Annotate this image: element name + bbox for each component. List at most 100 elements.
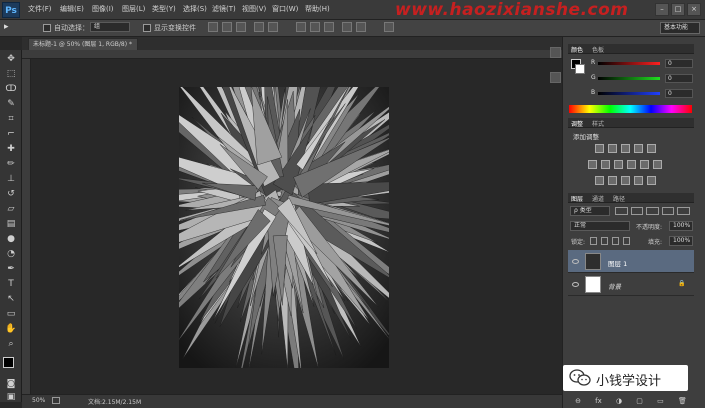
layer-row-background[interactable]: 背景 🔒	[568, 273, 694, 296]
menu-select[interactable]: 选择(S)	[183, 4, 207, 14]
dodge-tool-icon[interactable]: ◔	[5, 248, 17, 260]
zoom-tool-icon[interactable]: ⌕	[5, 338, 17, 350]
blend-mode-dropdown[interactable]: 正常	[570, 221, 630, 231]
align-top-icon[interactable]	[208, 22, 218, 32]
channel-g-slider[interactable]	[598, 77, 660, 80]
link-layers-icon[interactable]: ⊖	[575, 397, 581, 405]
move-tool-icon[interactable]: ✥	[5, 53, 17, 65]
pen-tool-icon[interactable]: ✒	[5, 263, 17, 275]
add-mask-icon[interactable]: ▢	[636, 397, 643, 405]
new-group-icon[interactable]: ▭	[657, 397, 664, 405]
menu-filter[interactable]: 滤镜(T)	[212, 4, 236, 14]
rectangle-tool-icon[interactable]: ▭	[5, 308, 17, 320]
menu-window[interactable]: 窗口(W)	[272, 4, 298, 14]
align-left-icon[interactable]	[254, 22, 264, 32]
clone-stamp-tool-icon[interactable]: ⊥	[5, 173, 17, 185]
eyedropper-tool-icon[interactable]: ⌐	[5, 128, 17, 140]
visibility-eye-icon[interactable]	[572, 282, 579, 287]
maximize-button[interactable]: □	[671, 3, 685, 16]
brush-tool-icon[interactable]: ✏	[5, 158, 17, 170]
visibility-eye-icon[interactable]	[572, 259, 579, 264]
distribute-bottom-icon[interactable]	[324, 22, 334, 32]
posterize-adjustment-icon[interactable]	[608, 176, 617, 185]
menu-type[interactable]: 类型(Y)	[152, 4, 176, 14]
lock-image-icon[interactable]	[601, 237, 608, 245]
quick-mask-icon[interactable]: ◙	[5, 378, 17, 390]
vibrance-adjustment-icon[interactable]	[647, 144, 656, 153]
color-swatches[interactable]	[3, 357, 19, 373]
filter-pixel-icon[interactable]	[615, 207, 628, 215]
layer-row-layer1[interactable]: 图层 1	[568, 250, 694, 273]
filter-smart-icon[interactable]	[677, 207, 690, 215]
channel-r-slider[interactable]	[598, 62, 660, 65]
auto-select-checkbox[interactable]	[43, 24, 51, 32]
menu-file[interactable]: 文件(F)	[28, 4, 52, 14]
tab-adjustments[interactable]: 调整	[571, 119, 583, 128]
channel-r-value[interactable]: 0	[665, 59, 693, 68]
curves-adjustment-icon[interactable]	[621, 144, 630, 153]
tab-layers[interactable]: 图层	[571, 194, 583, 203]
layer1-name[interactable]: 图层 1	[608, 258, 627, 268]
color-ramp[interactable]	[569, 105, 692, 113]
menu-image[interactable]: 图像(I)	[92, 4, 114, 14]
layer-filter-dropdown[interactable]: ρ 类型	[570, 206, 610, 216]
gradient-map-adjustment-icon[interactable]	[647, 176, 656, 185]
channel-g-value[interactable]: 0	[665, 74, 693, 83]
menu-help[interactable]: 帮助(H)	[305, 4, 330, 14]
lock-transparent-icon[interactable]	[590, 237, 597, 245]
tab-color[interactable]: 颜色	[571, 45, 583, 54]
menu-view[interactable]: 视图(V)	[242, 4, 266, 14]
show-transform-checkbox[interactable]	[143, 24, 151, 32]
filter-adjust-icon[interactable]	[630, 207, 644, 215]
distribute-hcenter-icon[interactable]	[356, 22, 366, 32]
hand-tool-icon[interactable]: ✋	[5, 323, 17, 335]
filter-shape-icon[interactable]	[661, 207, 675, 215]
screen-mode-icon[interactable]: ▣	[5, 391, 17, 403]
distribute-top-icon[interactable]	[296, 22, 306, 32]
tab-paths[interactable]: 路径	[613, 194, 625, 203]
marquee-tool-icon[interactable]: ⬚	[5, 68, 17, 80]
healing-brush-tool-icon[interactable]: ✚	[5, 143, 17, 155]
exposure-adjustment-icon[interactable]	[634, 144, 643, 153]
channel-b-value[interactable]: 0	[665, 89, 693, 98]
path-select-tool-icon[interactable]: ↖	[5, 293, 17, 305]
lasso-tool-icon[interactable]: ↀ	[5, 83, 17, 95]
opacity-input[interactable]: 100%	[669, 221, 693, 231]
document-canvas[interactable]	[179, 87, 389, 368]
history-brush-tool-icon[interactable]: ↺	[5, 188, 17, 200]
auto-align-icon[interactable]	[384, 22, 394, 32]
bg-color-chip[interactable]	[575, 64, 585, 74]
tab-swatches[interactable]: 色板	[592, 45, 604, 54]
crop-tool-icon[interactable]: ⌗	[5, 113, 17, 125]
hue-saturation-adjustment-icon[interactable]	[588, 160, 597, 169]
move-tool-preset-icon[interactable]: ▸	[4, 22, 20, 34]
history-panel-icon[interactable]	[550, 47, 561, 58]
invert-adjustment-icon[interactable]	[595, 176, 604, 185]
menu-layer[interactable]: 图层(L)	[122, 4, 145, 14]
quick-select-tool-icon[interactable]: ✎	[5, 98, 17, 110]
color-balance-adjustment-icon[interactable]	[601, 160, 610, 169]
type-tool-icon[interactable]: T	[5, 278, 17, 290]
auto-select-dropdown[interactable]: 组	[90, 22, 130, 32]
distribute-left-icon[interactable]	[342, 22, 352, 32]
photo-filter-adjustment-icon[interactable]	[627, 160, 636, 169]
brightness-adjustment-icon[interactable]	[595, 144, 604, 153]
align-bottom-icon[interactable]	[236, 22, 246, 32]
close-button[interactable]: ×	[687, 3, 701, 16]
blur-tool-icon[interactable]: ●	[5, 233, 17, 245]
threshold-adjustment-icon[interactable]	[621, 176, 630, 185]
tab-styles[interactable]: 样式	[592, 119, 604, 128]
filter-type-icon[interactable]	[646, 207, 659, 215]
menu-edit[interactable]: 编辑(E)	[60, 4, 84, 14]
delete-layer-icon[interactable]: 🗑	[678, 397, 687, 405]
document-tab[interactable]: 未标题-1 @ 50% (图层 1, RGB/8) * ×	[28, 38, 138, 50]
background-layer-name[interactable]: 背景	[608, 281, 621, 291]
add-adjustment-layer-icon[interactable]: ◑	[616, 397, 622, 405]
lock-position-icon[interactable]	[612, 237, 619, 245]
channel-b-slider[interactable]	[598, 92, 660, 95]
info-panel-icon[interactable]	[550, 72, 561, 83]
gradient-tool-icon[interactable]: ▤	[5, 218, 17, 230]
levels-adjustment-icon[interactable]	[608, 144, 617, 153]
channel-mixer-adjustment-icon[interactable]	[640, 160, 649, 169]
foreground-color-swatch[interactable]	[3, 357, 14, 368]
